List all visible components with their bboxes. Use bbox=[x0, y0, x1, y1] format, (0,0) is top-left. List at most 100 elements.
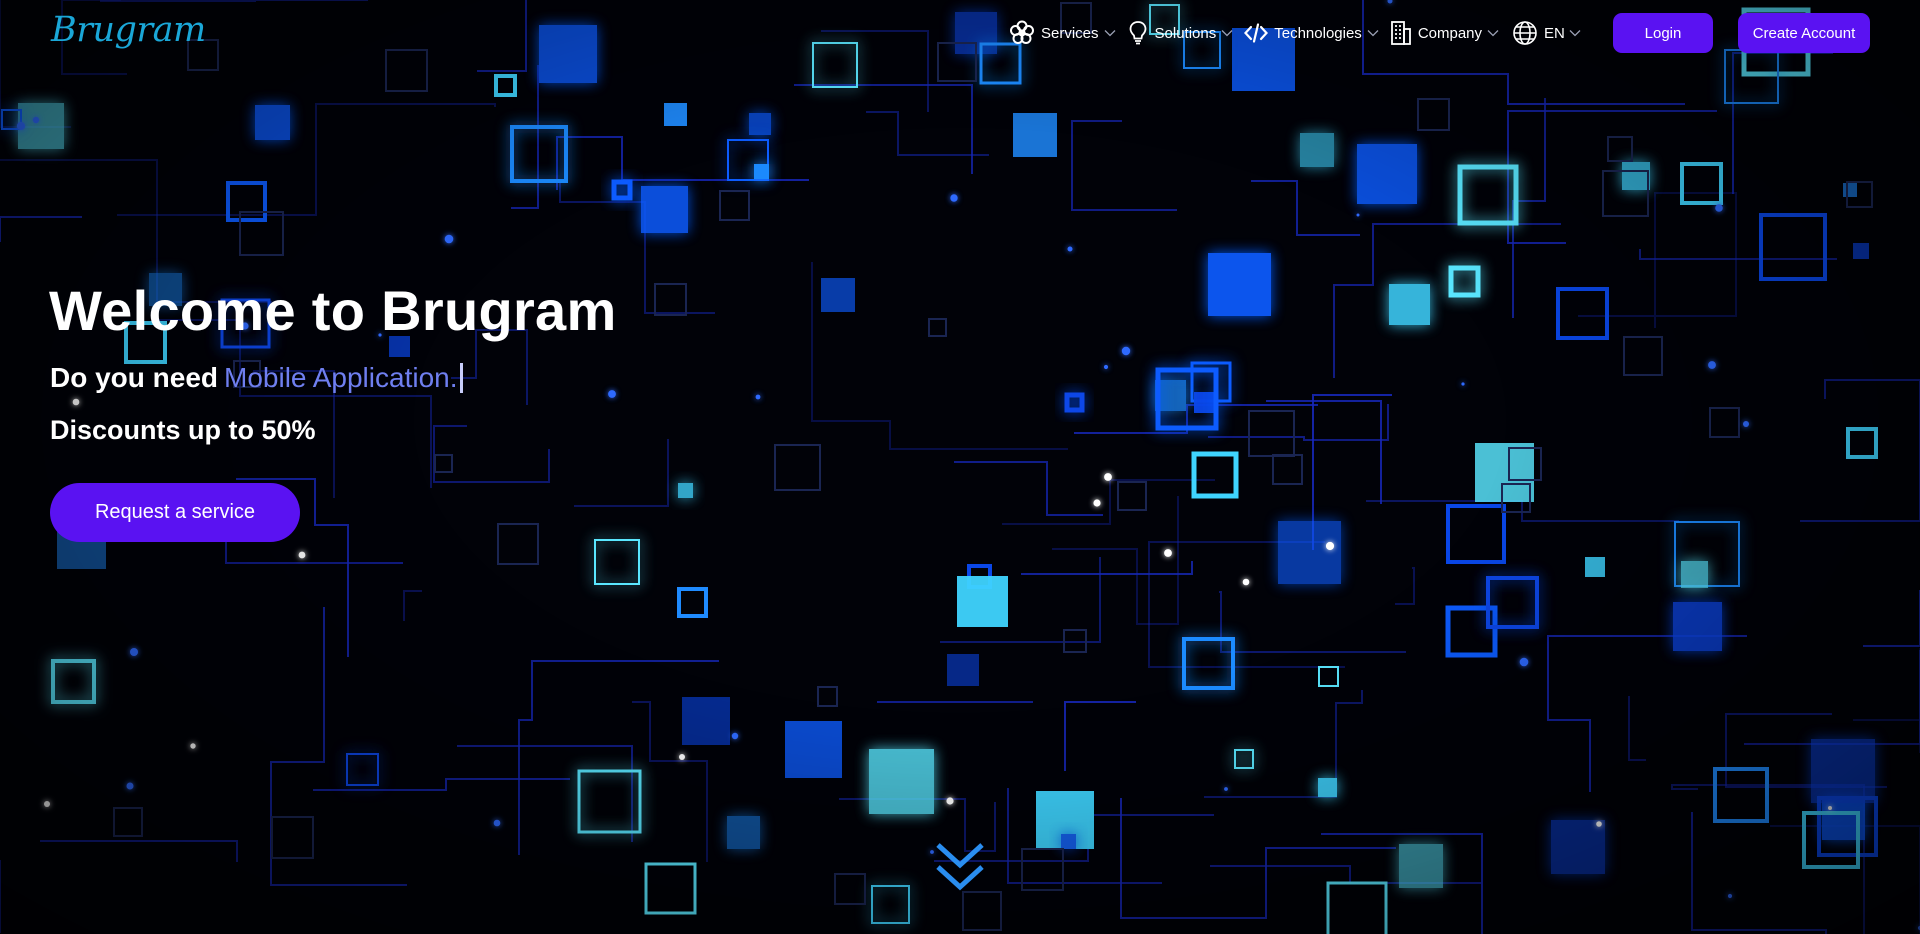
circuit-trace bbox=[1021, 561, 1193, 575]
circuit-node bbox=[298, 551, 306, 559]
circuit-square bbox=[1556, 287, 1609, 340]
circuit-trace bbox=[403, 590, 422, 621]
lightbulb-icon bbox=[1127, 20, 1149, 46]
circuit-trace bbox=[1333, 223, 1561, 378]
circuit-square-faint bbox=[1272, 454, 1303, 485]
circuit-square bbox=[1622, 162, 1650, 190]
chevron-down-icon bbox=[1487, 29, 1499, 37]
circuit-node bbox=[1103, 364, 1109, 370]
circuit-square bbox=[1300, 133, 1334, 167]
circuit-node bbox=[1121, 346, 1131, 356]
circuit-square bbox=[644, 862, 697, 915]
double-chevron-down-icon[interactable] bbox=[935, 841, 985, 898]
circuit-node bbox=[1519, 657, 1529, 667]
code-icon bbox=[1244, 22, 1269, 44]
circuit-trace bbox=[1744, 650, 1920, 745]
circuit-square bbox=[1318, 666, 1339, 687]
circuit-square bbox=[1585, 557, 1605, 577]
circuit-square bbox=[727, 816, 760, 849]
circuit-square bbox=[539, 25, 597, 83]
circuit-trace bbox=[270, 607, 407, 886]
circuit-node bbox=[190, 743, 196, 749]
circuit-node bbox=[1325, 541, 1335, 551]
circuit-trace bbox=[1208, 404, 1389, 441]
circuit-square bbox=[754, 164, 769, 179]
circuit-square bbox=[947, 654, 979, 686]
circuit-trace bbox=[100, 0, 368, 2]
circuit-square bbox=[577, 769, 642, 834]
circuit-background bbox=[0, 0, 1920, 934]
circuit-node bbox=[130, 648, 138, 656]
circuit-square-faint bbox=[1623, 336, 1663, 376]
circuit-trace bbox=[1770, 825, 1920, 934]
circuit-node bbox=[44, 801, 50, 807]
language-selector[interactable]: EN bbox=[1512, 20, 1581, 46]
nav-label-services: Services bbox=[1041, 24, 1099, 42]
circuit-square bbox=[1853, 243, 1869, 259]
circuit-trace bbox=[1204, 690, 1363, 798]
circuit-square bbox=[1064, 392, 1085, 413]
circuit-trace bbox=[518, 660, 719, 855]
hero-discount: Discounts up to 50% bbox=[50, 415, 316, 445]
create-account-button[interactable]: Create Account bbox=[1738, 13, 1870, 53]
circuit-trace bbox=[1251, 180, 1360, 236]
circuit-square bbox=[1234, 749, 1254, 769]
circuit-square bbox=[677, 587, 708, 618]
nav-item-services[interactable]: Services bbox=[1009, 20, 1116, 46]
circuit-node bbox=[16, 121, 26, 131]
circuit-square-faint bbox=[271, 816, 314, 859]
circuit-trace bbox=[1578, 192, 1737, 328]
circuit-trace bbox=[0, 216, 82, 242]
circuit-square-faint bbox=[834, 873, 866, 905]
circuit-trace bbox=[574, 439, 669, 507]
circuit-square bbox=[678, 483, 693, 498]
chevron-down-icon bbox=[1569, 29, 1581, 37]
circuit-node bbox=[1708, 361, 1716, 369]
circuit-trace bbox=[794, 84, 973, 174]
login-button[interactable]: Login bbox=[1613, 13, 1713, 53]
circuit-trace bbox=[1266, 400, 1382, 504]
circuit-trace bbox=[866, 111, 989, 156]
circuit-square bbox=[1673, 602, 1722, 651]
request-service-button[interactable]: Request a service bbox=[50, 483, 300, 542]
flower-icon bbox=[1009, 20, 1035, 46]
globe-icon bbox=[1512, 20, 1538, 46]
nav-item-technologies[interactable]: Technologies bbox=[1244, 22, 1379, 44]
circuit-square-faint bbox=[497, 523, 539, 565]
circuit-square bbox=[1448, 265, 1481, 298]
circuit-node bbox=[755, 394, 761, 400]
nav-item-company[interactable]: Company bbox=[1390, 20, 1499, 46]
circuit-trace bbox=[117, 103, 496, 216]
chevron-down-icon bbox=[1367, 29, 1379, 37]
circuit-square bbox=[611, 179, 633, 201]
circuit-square bbox=[664, 103, 687, 126]
circuit-square bbox=[821, 278, 855, 312]
circuit-square-faint bbox=[1607, 136, 1633, 162]
circuit-node bbox=[1596, 821, 1602, 827]
circuit-square bbox=[1278, 521, 1341, 584]
circuit-square bbox=[1326, 881, 1388, 934]
circuit-square bbox=[1357, 144, 1417, 204]
hero-question: Do you need Mobile Application. bbox=[50, 362, 463, 394]
circuit-node bbox=[1715, 204, 1723, 212]
circuit-trace bbox=[1863, 590, 1920, 647]
circuit-square-faint bbox=[1709, 407, 1740, 438]
circuit-trace bbox=[1071, 120, 1177, 211]
circuit-node bbox=[679, 754, 685, 760]
circuit-trace bbox=[40, 840, 238, 862]
circuit-square bbox=[1811, 739, 1875, 803]
hero-question-prefix: Do you need bbox=[50, 362, 219, 393]
circuit-node bbox=[930, 850, 934, 854]
circuit-square bbox=[1446, 504, 1506, 564]
circuit-node bbox=[1743, 421, 1749, 427]
circuit-node bbox=[1242, 578, 1250, 586]
circuit-node bbox=[126, 782, 134, 790]
nav-item-solutions[interactable]: Solutions bbox=[1127, 20, 1234, 46]
circuit-trace bbox=[1395, 567, 1415, 605]
circuit-square-faint bbox=[928, 318, 947, 337]
building-icon bbox=[1390, 20, 1412, 46]
circuit-square bbox=[682, 697, 730, 745]
circuit-square bbox=[1680, 162, 1723, 205]
brand-logo[interactable]: Brugram bbox=[51, 10, 206, 50]
circuit-trace bbox=[1628, 696, 1646, 761]
